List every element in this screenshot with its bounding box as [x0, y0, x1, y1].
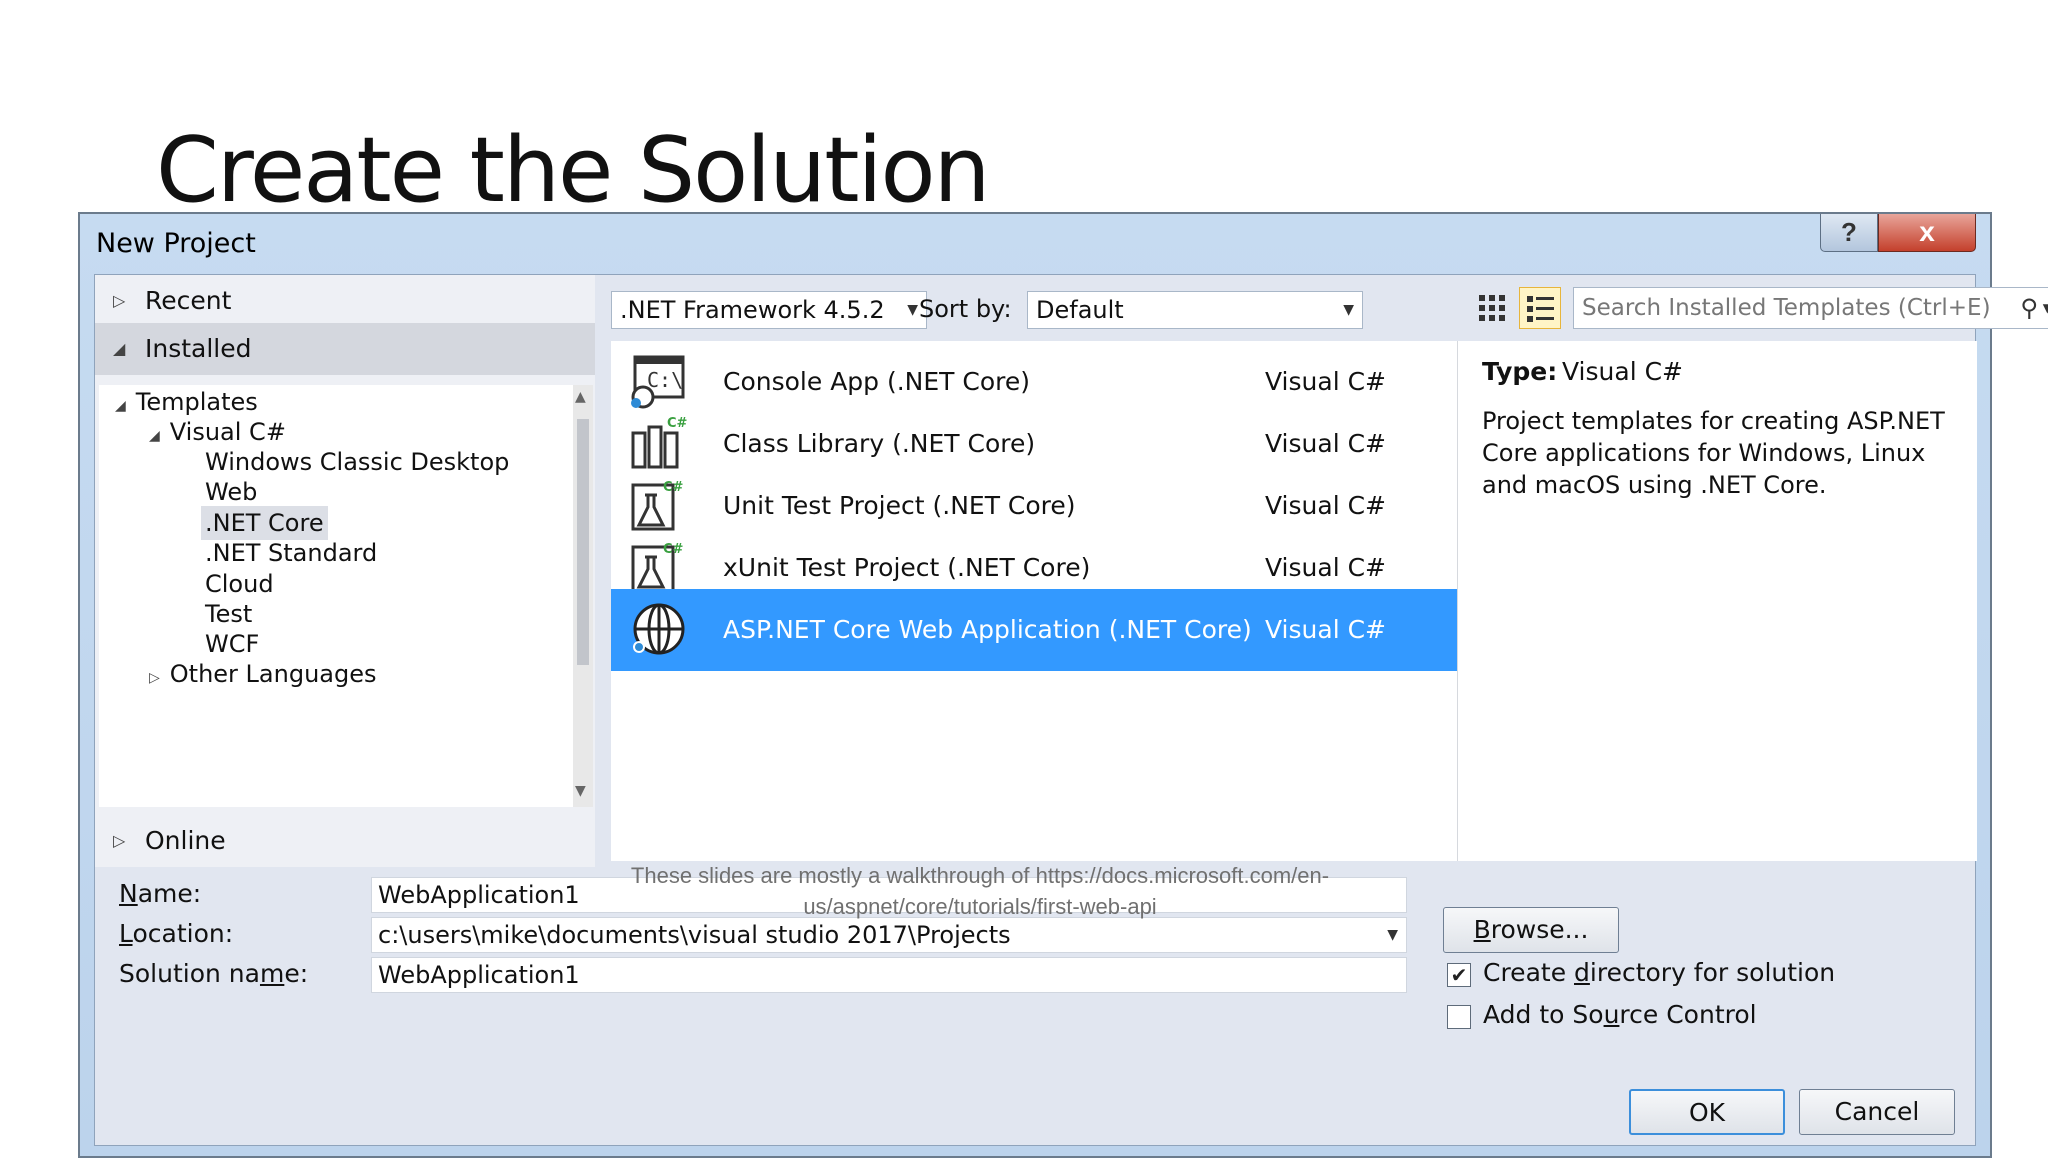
dropdown-arrow-icon: ▼ [907, 302, 918, 318]
framework-value: .NET Framework 4.5.2 [620, 296, 885, 324]
nav-recent[interactable]: ▷ Recent [95, 275, 595, 327]
search-options-arrow-icon[interactable]: ▼ [2043, 288, 2048, 328]
tree-item-test[interactable]: Test [205, 597, 252, 631]
expand-arrow-icon: ▷ [113, 291, 126, 310]
template-language: Visual C# [1265, 615, 1386, 644]
dialog-client-area: ▷ Recent ◢ Installed ◢ Templates ◢ Visual … [94, 274, 2048, 1146]
collapse-arrow-icon: ◢ [113, 339, 126, 358]
web-app-globe-icon [633, 603, 685, 655]
location-field[interactable]: c:\users\mike\documents\visual studio 20… [371, 917, 1407, 953]
scroll-up-icon[interactable]: ▲ [575, 389, 586, 405]
sort-label: Sort by: [919, 295, 1012, 323]
tree-item-wcf[interactable]: WCF [205, 627, 259, 661]
sort-dropdown[interactable]: Default ▼ [1027, 291, 1363, 329]
svg-text:C#: C# [667, 416, 687, 431]
source-control-label: Add to Source Control [1483, 1000, 1757, 1029]
expand-arrow-icon: ▷ [113, 831, 126, 850]
create-directory-checkbox[interactable]: ✔ [1447, 963, 1471, 987]
template-search-input[interactable]: Search Installed Templates (Ctrl+E) ⚲ ▼ [1573, 287, 2048, 329]
name-label: Name: [119, 879, 202, 908]
nav-installed-label: Installed [145, 334, 252, 363]
tree-item-web[interactable]: Web [205, 475, 257, 509]
tree-scrollbar[interactable]: ▲ ▼ [573, 385, 593, 807]
tree-item-net-standard[interactable]: .NET Standard [205, 536, 377, 570]
tree-item-windows-classic-desktop[interactable]: Windows Classic Desktop [205, 445, 509, 479]
checkmark-icon: ✔ [1450, 963, 1468, 987]
type-value: Visual C# [1562, 357, 1683, 386]
ok-button[interactable]: OK [1629, 1089, 1785, 1135]
slide-title: Create the Solution [156, 118, 991, 223]
location-label: Location: [119, 919, 234, 948]
tree-item-visual-cs[interactable]: ◢ Visual C# [149, 415, 286, 449]
help-button[interactable]: ? [1820, 214, 1878, 252]
expand-arrow-icon: ▷ [149, 670, 160, 686]
solution-name-field[interactable]: WebApplication1 [371, 957, 1407, 993]
cancel-button[interactable]: Cancel [1799, 1089, 1955, 1135]
svg-text:C#: C# [663, 480, 684, 495]
solution-name-label: Solution name: [119, 959, 309, 988]
svg-text:C#: C# [663, 542, 684, 557]
scroll-down-icon[interactable]: ▼ [575, 783, 586, 799]
dropdown-arrow-icon[interactable]: ▼ [1387, 918, 1398, 952]
framework-dropdown[interactable]: .NET Framework 4.5.2 ▼ [611, 291, 927, 329]
search-icon[interactable]: ⚲ [2020, 288, 2038, 328]
tree-label: Other Languages [169, 660, 377, 688]
nav-online[interactable]: ▷ Online [95, 815, 595, 867]
tree-item-net-core[interactable]: .NET Core [201, 506, 328, 540]
template-name: ASP.NET Core Web Application (.NET Core) [723, 615, 1252, 644]
template-details: Type: Visual C# Project templates for cr… [1457, 341, 1977, 861]
template-toolbar: .NET Framework 4.5.2 ▼ Sort by: Default … [595, 275, 2048, 341]
create-directory-label: Create directory for solution [1483, 958, 1836, 987]
new-project-dialog: New Project ? x ▷ Recent ◢ Installed ◢ Te… [78, 212, 2048, 1158]
type-label: Type: [1482, 357, 1558, 386]
nav-installed[interactable]: ◢ Installed [95, 323, 595, 375]
collapse-arrow-icon: ◢ [149, 428, 160, 444]
left-nav-panel: ▷ Recent ◢ Installed ◢ Templates ◢ Visual … [95, 275, 595, 867]
grid-view-icon[interactable] [1471, 287, 1513, 329]
dropdown-arrow-icon: ▼ [1343, 302, 1354, 318]
svg-text:C:\: C:\ [647, 368, 683, 392]
template-tree: ◢ Templates ◢ Visual C# Windows Classic De… [99, 385, 573, 807]
source-control-checkbox[interactable] [1447, 1005, 1471, 1029]
tree-item-cloud[interactable]: Cloud [205, 567, 274, 601]
template-list: C:\ Console App (.NET Core) Visual C# C#… [611, 341, 1457, 861]
location-value: c:\users\mike\documents\visual studio 20… [378, 921, 1011, 949]
nav-recent-label: Recent [145, 286, 232, 315]
list-view-icon[interactable] [1519, 287, 1561, 329]
tree-label: Visual C# [169, 418, 286, 446]
browse-button[interactable]: Browse... [1443, 907, 1619, 953]
template-description: Project templates for creating ASP.NET C… [1482, 407, 1945, 499]
close-button[interactable]: x [1878, 214, 1976, 252]
tree-label: Templates [135, 388, 258, 416]
collapse-arrow-icon: ◢ [115, 398, 126, 414]
template-row-aspnet-core-web[interactable]: ASP.NET Core Web Application (.NET Core)… [611, 589, 1457, 671]
scroll-thumb[interactable] [577, 419, 589, 665]
sort-value: Default [1036, 296, 1124, 324]
slide-footnote: These slides are mostly a walkthrough of… [630, 863, 1330, 919]
tree-item-other-languages[interactable]: ▷ Other Languages [149, 657, 377, 691]
dialog-title: New Project [96, 228, 256, 259]
nav-online-label: Online [145, 826, 226, 855]
tree-item-templates[interactable]: ◢ Templates [115, 385, 258, 419]
search-placeholder: Search Installed Templates (Ctrl+E) [1582, 295, 1991, 321]
